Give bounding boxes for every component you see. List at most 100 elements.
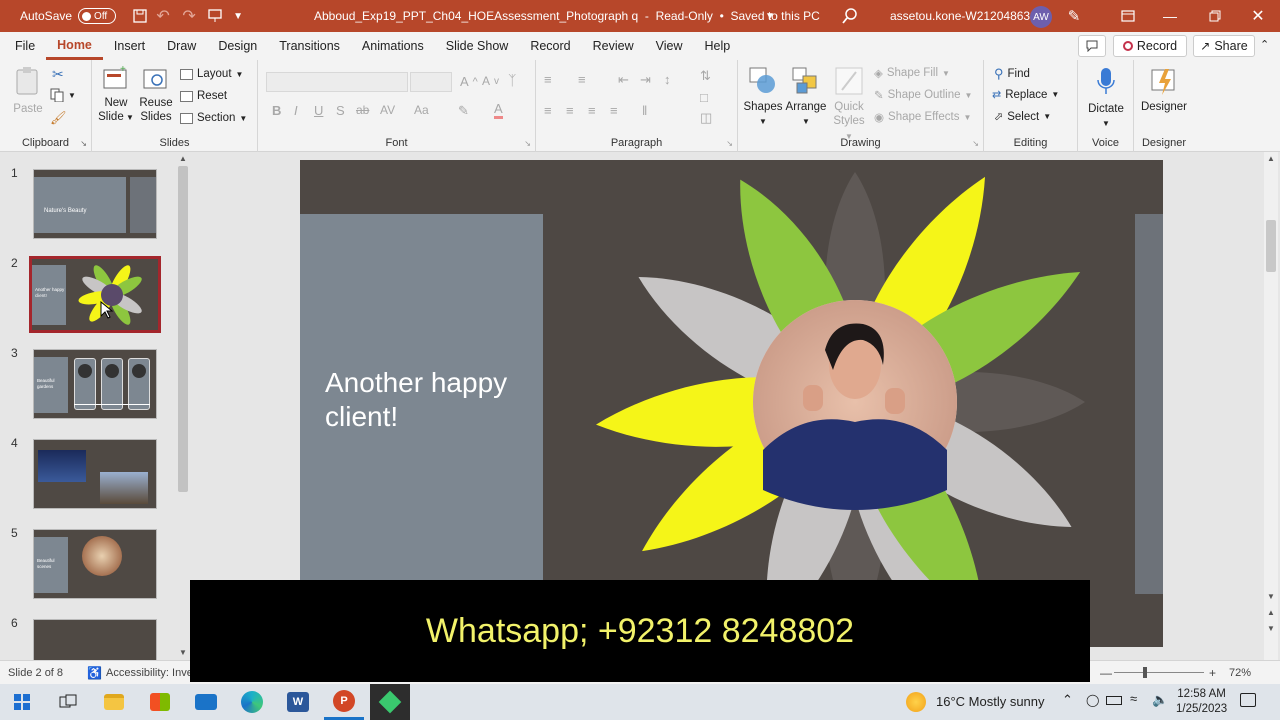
tab-record[interactable]: Record xyxy=(519,32,581,60)
numbering-icon[interactable]: ≡ xyxy=(578,72,586,87)
tab-slide-show[interactable]: Slide Show xyxy=(435,32,520,60)
zoom-slider-thumb[interactable] xyxy=(1143,667,1147,678)
task-view-icon[interactable] xyxy=(48,684,88,720)
avatar[interactable]: AW xyxy=(1030,6,1052,28)
paragraph-launcher-icon[interactable]: ↘ xyxy=(726,139,733,148)
slide-thumbnail-4[interactable] xyxy=(33,439,157,509)
weather-icon[interactable] xyxy=(906,692,926,712)
thumbnails-scrollbar[interactable]: ▲ ▼ xyxy=(176,152,190,660)
tab-view[interactable]: View xyxy=(645,32,694,60)
comment-icon[interactable] xyxy=(1078,35,1106,57)
scroll-down-icon[interactable]: ▼ xyxy=(179,648,187,657)
zoom-slider[interactable] xyxy=(1114,672,1204,673)
smartart-icon[interactable]: ◫ xyxy=(700,110,712,126)
reuse-slides-button[interactable]: Reuse Slides xyxy=(138,66,174,124)
search-icon[interactable] xyxy=(842,0,858,32)
font-launcher-icon[interactable]: ↘ xyxy=(524,139,531,148)
cut-icon[interactable]: ✂ xyxy=(52,66,64,83)
align-text-icon[interactable]: □ xyxy=(700,90,708,105)
format-painter-icon[interactable]: 🖌 xyxy=(50,110,67,126)
edge-icon[interactable] xyxy=(232,684,272,720)
zoom-in-icon[interactable]: + xyxy=(1209,666,1216,680)
tab-draw[interactable]: Draw xyxy=(156,32,207,60)
justify-icon[interactable]: ≡ xyxy=(610,103,618,118)
tab-help[interactable]: Help xyxy=(693,32,741,60)
user-name[interactable]: assetou.kone-W212048638 xyxy=(890,9,1037,23)
align-left-icon[interactable]: ≡ xyxy=(544,103,552,118)
clipboard-launcher-icon[interactable]: ↘ xyxy=(80,139,87,148)
scroll-down-icon[interactable]: ▼ xyxy=(1267,592,1275,601)
zoom-out-icon[interactable]: — xyxy=(1100,666,1112,680)
scroll-up-icon[interactable]: ▲ xyxy=(1267,154,1275,163)
tab-insert[interactable]: Insert xyxy=(103,32,156,60)
strikethrough-icon[interactable]: ab xyxy=(356,103,369,117)
zoom-level[interactable]: 72% xyxy=(1229,667,1251,679)
bold-icon[interactable]: B xyxy=(272,103,281,118)
slide-thumbnail-5[interactable]: Beautiful scenes xyxy=(33,529,157,599)
clock[interactable]: 12:58 AM 1/25/2023 xyxy=(1176,687,1227,717)
shape-fill-button[interactable]: ◈ Shape Fill ▼ xyxy=(874,66,950,80)
tab-animations[interactable]: Animations xyxy=(351,32,435,60)
battery-icon[interactable] xyxy=(1106,696,1122,705)
volume-icon[interactable]: 🔈 xyxy=(1152,692,1168,708)
replace-button[interactable]: ⇄ Replace ▼ xyxy=(992,88,1059,102)
accessibility-status[interactable]: Accessibility: Inve xyxy=(106,667,193,679)
present-icon[interactable] xyxy=(202,0,228,32)
canvas-scrollbar[interactable]: ▲ ▼ ▲ ▼ xyxy=(1264,152,1278,660)
shape-effects-button[interactable]: ◉ Shape Effects ▼ xyxy=(874,110,971,124)
tab-review[interactable]: Review xyxy=(582,32,645,60)
network-icon[interactable]: ◯ xyxy=(1086,693,1099,707)
minimize-icon[interactable]: — xyxy=(1160,0,1180,32)
customize-qat-icon[interactable]: ▼ xyxy=(228,0,248,32)
bullets-icon[interactable]: ≡ xyxy=(544,72,552,87)
mail-icon[interactable] xyxy=(186,684,226,720)
select-button[interactable]: ⬀ Select ▼ xyxy=(994,110,1051,124)
autosave-toggle[interactable]: Off xyxy=(78,8,117,24)
tab-transitions[interactable]: Transitions xyxy=(268,32,351,60)
columns-icon[interactable]: ‖ xyxy=(642,103,647,118)
tab-home[interactable]: Home xyxy=(46,32,103,60)
slide-thumbnail-3[interactable]: Beautiful gardens xyxy=(33,349,157,419)
slide-canvas[interactable]: Another happy client! xyxy=(300,160,1163,647)
next-slide-icon[interactable]: ▼ xyxy=(1267,624,1275,633)
powerpoint-icon[interactable]: P xyxy=(324,684,364,720)
shadow-icon[interactable]: S xyxy=(336,103,345,118)
tab-design[interactable]: Design xyxy=(207,32,268,60)
scroll-thumb[interactable] xyxy=(178,166,188,492)
text-direction-icon[interactable]: ⇅ xyxy=(700,68,711,84)
designer-button[interactable]: Designer xyxy=(1138,66,1190,114)
file-explorer-icon[interactable] xyxy=(94,684,134,720)
flower-photo-graphic[interactable] xyxy=(543,160,1163,647)
close-icon[interactable]: ✕ xyxy=(1248,0,1268,32)
align-right-icon[interactable]: ≡ xyxy=(588,103,596,118)
align-center-icon[interactable]: ≡ xyxy=(566,103,574,118)
word-icon[interactable]: W xyxy=(278,684,318,720)
increase-indent-icon[interactable]: ⇥ xyxy=(640,72,651,88)
pen-icon[interactable]: ✎ xyxy=(1064,0,1084,32)
line-spacing-icon[interactable]: ↕ xyxy=(664,72,671,87)
reset-button[interactable]: Reset xyxy=(180,90,227,102)
share-button[interactable]: ↗ Share xyxy=(1193,35,1255,57)
shapes-button[interactable]: Shapes ▼ xyxy=(742,66,784,129)
font-size-box[interactable] xyxy=(410,72,452,92)
decrease-font-icon[interactable]: Av xyxy=(482,74,499,88)
wifi-icon[interactable]: ≈ xyxy=(1130,691,1137,706)
redo-icon[interactable]: ↷ xyxy=(176,0,202,32)
slide-thumbnail-2[interactable]: Another happy client! xyxy=(29,256,161,333)
italic-icon[interactable]: I xyxy=(294,103,298,118)
notifications-icon[interactable] xyxy=(1240,693,1256,707)
ribbon-display-icon[interactable] xyxy=(1118,0,1138,32)
font-name-box[interactable] xyxy=(266,72,408,92)
undo-icon[interactable]: ↶ xyxy=(150,0,176,32)
font-color-icon[interactable]: A xyxy=(494,101,503,119)
weather-text[interactable]: 16°C Mostly sunny xyxy=(936,694,1045,709)
increase-font-icon[interactable]: A ^ xyxy=(460,74,478,89)
dictate-button[interactable]: Dictate ▼ xyxy=(1082,66,1130,131)
clear-format-icon[interactable]: ᛉ xyxy=(508,72,516,88)
windows-start-icon[interactable] xyxy=(2,684,42,720)
find-button[interactable]: ⚲ Find xyxy=(994,66,1030,82)
tab-file[interactable]: File xyxy=(4,32,46,60)
slide-thumbnail-1[interactable]: Nature's Beauty xyxy=(33,169,157,239)
quick-styles-button[interactable]: Quick Styles ▼ xyxy=(830,66,868,144)
layout-button[interactable]: Layout ▼ xyxy=(180,68,243,80)
